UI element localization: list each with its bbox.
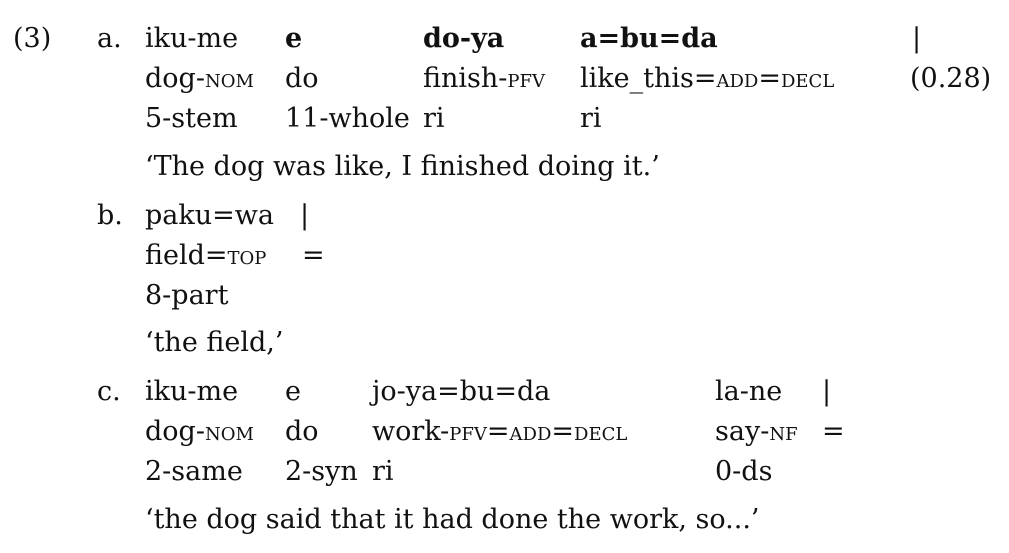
example-b-letter: b. [97, 200, 123, 231]
c-tag-3: ri [372, 456, 394, 487]
c-gloss-2: do [285, 416, 319, 447]
a-gloss-4: like_this=add=decl [580, 63, 835, 94]
c-word-1: iku-me [145, 376, 239, 407]
b-gloss-2: = [302, 240, 325, 271]
example-number: (3) [13, 23, 52, 54]
a-word-2: e [285, 23, 303, 54]
b-pause-bar: | [300, 200, 310, 231]
c-word-4: la-ne [715, 376, 783, 407]
linguistic-example: (3) a. iku-me e do-ya a=bu=da | dog-nom … [0, 0, 1009, 553]
a-tag-1: 5-stem [145, 103, 238, 134]
c-tag-1: 2-same [145, 456, 243, 487]
example-c-letter: c. [97, 376, 121, 407]
example-a-letter: a. [97, 23, 122, 54]
c-word-2: e [285, 376, 301, 407]
b-translation: ‘the field,’ [145, 327, 284, 358]
c-translation: ‘the dog said that it had done the work,… [145, 504, 760, 535]
c-gloss-5: = [822, 416, 845, 447]
a-gloss-2: do [285, 63, 319, 94]
c-gloss-1: dog-nom [145, 416, 254, 447]
a-tag-3: ri [423, 103, 445, 134]
a-word-1: iku-me [145, 23, 239, 54]
c-gloss-3: work-pfv=add=decl [372, 416, 628, 447]
c-tag-2: 2-syn [285, 456, 358, 487]
c-word-3: jo-ya=bu=da [372, 376, 551, 407]
c-gloss-4: say-nf [715, 416, 798, 447]
a-word-4: a=bu=da [580, 23, 718, 54]
a-tag-2: 11-whole [285, 103, 410, 134]
b-gloss-1: field=top [145, 240, 267, 271]
a-duration: (0.28) [910, 63, 992, 94]
a-gloss-1: dog-nom [145, 63, 254, 94]
a-pause-bar: | [912, 23, 922, 54]
c-pause-bar: | [822, 376, 832, 407]
a-tag-4: ri [580, 103, 602, 134]
b-tag-1: 8-part [145, 280, 229, 311]
b-word-1: paku=wa [145, 200, 274, 231]
a-gloss-3: finish-pfv [423, 63, 546, 94]
c-tag-4: 0-ds [715, 456, 773, 487]
a-word-3: do-ya [423, 23, 505, 54]
a-translation: ‘The dog was like, I finished doing it.’ [145, 151, 660, 182]
